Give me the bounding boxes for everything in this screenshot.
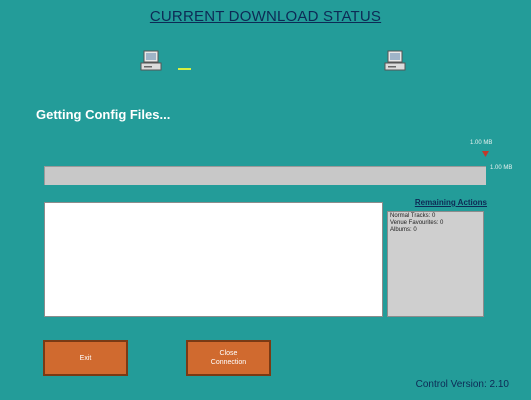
local-computer-icon <box>140 50 162 71</box>
page-title: CURRENT DOWNLOAD STATUS <box>149 8 382 25</box>
remaining-action-venue-favourites: Venue Favourites: 0 <box>390 220 444 226</box>
exit-button[interactable]: Exit <box>43 340 128 376</box>
remaining-actions-list: Normal Tracks: 0 Venue Favourites: 0 Alb… <box>387 211 484 317</box>
progress-top-size-label: 1.00 MB <box>470 140 493 146</box>
close-connection-button[interactable]: Close Connection <box>186 340 271 376</box>
remaining-actions-heading: Remaining Actions <box>414 198 487 207</box>
remote-computer-icon <box>384 50 406 71</box>
transfer-indicator <box>178 68 191 70</box>
status-text: Getting Config Files... <box>36 107 171 122</box>
progress-marker-icon <box>482 151 489 157</box>
download-progress-bar <box>44 166 486 185</box>
download-log-panel[interactable] <box>44 202 383 317</box>
remaining-action-normal-tracks: Normal Tracks: 0 <box>390 213 436 219</box>
remaining-action-albums: Albums: 0 <box>390 227 417 233</box>
progress-side-size-label: 1.00 MB <box>490 165 513 171</box>
control-version: Control Version: 2.10 <box>415 379 509 390</box>
